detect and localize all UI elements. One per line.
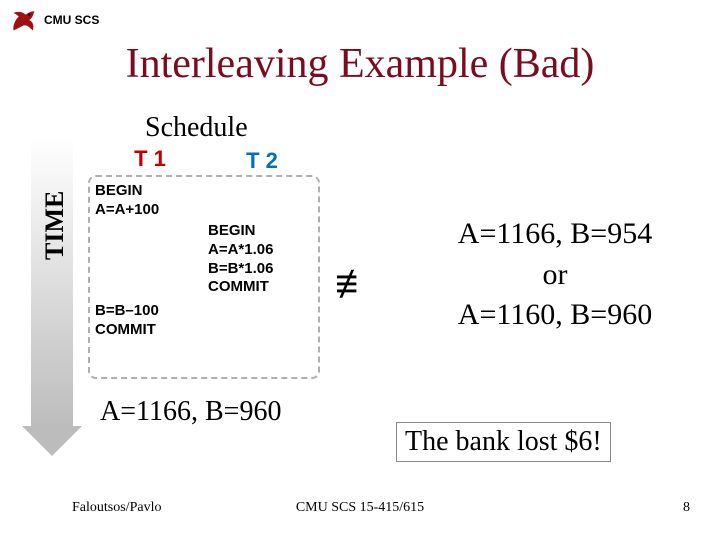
serial-results: A=1166, B=954 or A=1160, B=960 <box>400 214 710 336</box>
serial-result-1: A=1166, B=954 <box>400 214 710 255</box>
serial-or: or <box>400 255 710 296</box>
column-header-t1: T 1 <box>93 146 207 172</box>
column-header-t2: T 2 <box>205 148 319 174</box>
t1-ops-end: B=B–100 COMMIT <box>95 302 159 340</box>
time-axis-label: TIME <box>40 191 70 260</box>
not-equivalent-symbol: ≢ <box>335 262 375 307</box>
footer-course: CMU SCS 15-415/615 <box>0 500 720 516</box>
serial-result-2: A=1160, B=960 <box>400 295 710 336</box>
slide-title: Interleaving Example (Bad) <box>0 40 720 88</box>
schedule-label: Schedule <box>145 112 248 144</box>
t1-ops-begin: BEGIN A=A+100 <box>95 182 159 220</box>
t2-ops: BEGIN A=A*1.06 B=B*1.06 COMMIT <box>208 222 273 297</box>
interleaved-result: A=1166, B=960 <box>100 396 281 428</box>
header-cmu: CMU SCS <box>44 13 99 27</box>
dragon-icon <box>10 6 38 34</box>
bank-lost-callout: The bank lost $6! <box>396 422 611 462</box>
footer-page-num: 8 <box>683 500 690 516</box>
slide-header: CMU SCS <box>10 6 99 34</box>
time-arrow-icon <box>22 138 82 458</box>
